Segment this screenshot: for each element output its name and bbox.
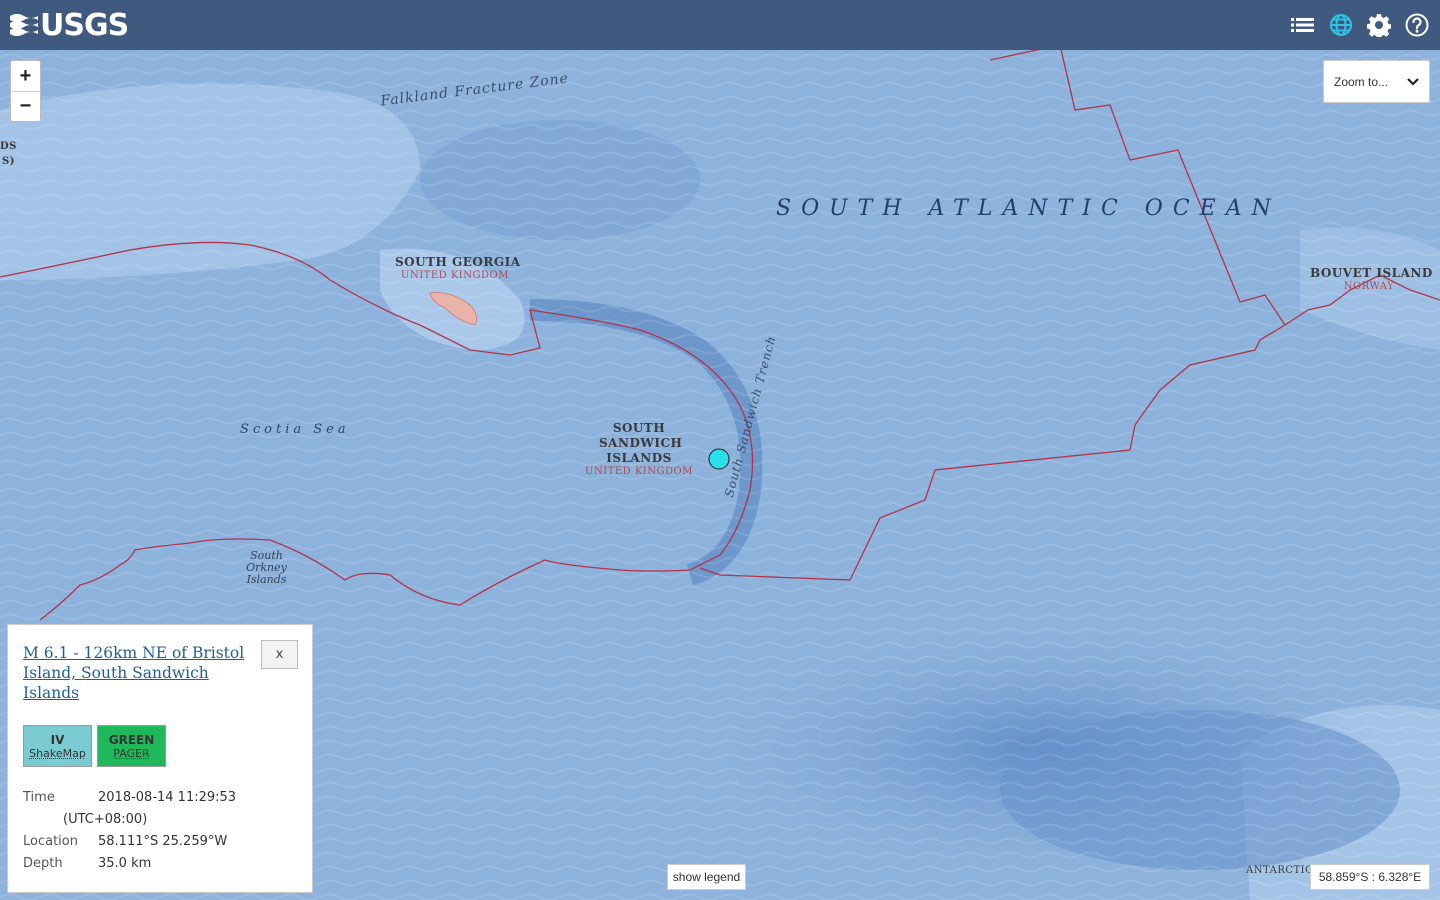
globe-icon[interactable] <box>1328 12 1354 38</box>
location-value: 58.111°S 25.259°W <box>98 834 228 849</box>
close-button[interactable]: x <box>261 640 298 669</box>
falklands-partial-label: DS S) <box>0 141 17 167</box>
antarctica-partial-label: ANTARCTIC <box>1246 865 1314 876</box>
event-card: M 6.1 - 126km NE of Bristol Island, Sout… <box>7 624 313 893</box>
ocean-label: SOUTH ATLANTIC OCEAN <box>776 196 1281 221</box>
cursor-coordinates: 58.859°S : 6.328°E <box>1310 864 1430 890</box>
header-bar: USGS <box>0 0 1440 50</box>
chevron-down-icon <box>1407 77 1419 86</box>
zoom-to-label: Zoom to... <box>1334 74 1389 89</box>
gear-icon[interactable] <box>1366 12 1392 38</box>
location-label: Location <box>23 834 78 849</box>
epicenter-marker[interactable] <box>707 447 731 471</box>
south-sandwich-label: SOUTH SANDWICH ISLANDS UNITED KINGDOM <box>585 421 693 477</box>
show-legend-button[interactable]: show legend <box>667 864 746 890</box>
time-label: Time <box>23 790 55 805</box>
usgs-wave-icon <box>10 14 38 36</box>
depth-value: 35.0 km <box>98 856 152 871</box>
zoom-to-select[interactable]: Zoom to... <box>1323 60 1430 103</box>
usgs-logo[interactable]: USGS <box>10 7 129 43</box>
south-orkney-label: South Orkney Islands <box>246 549 287 586</box>
time-value: 2018-08-14 11:29:53 <box>98 790 237 805</box>
bouvet-label: BOUVET ISLAND NORWAY <box>1310 266 1433 292</box>
list-icon[interactable] <box>1290 12 1316 38</box>
zoom-out-button[interactable]: − <box>11 91 40 121</box>
shakemap-badge[interactable]: IV ShakeMap <box>23 725 92 767</box>
help-icon[interactable] <box>1404 12 1430 38</box>
scotia-sea-label: Scotia Sea <box>240 422 350 437</box>
depth-label: Depth <box>23 856 63 871</box>
event-title-link[interactable]: M 6.1 - 126km NE of Bristol Island, Sout… <box>23 643 248 703</box>
pager-badge[interactable]: GREEN PAGER <box>97 725 166 767</box>
timezone-value: (UTC+08:00) <box>63 812 148 827</box>
zoom-control: + − <box>10 60 41 122</box>
zoom-in-button[interactable]: + <box>11 61 40 91</box>
south-georgia-label: SOUTH GEORGIA UNITED KINGDOM <box>395 255 521 281</box>
event-details: Time 2018-08-14 11:29:53 (UTC+08:00) Loca… <box>23 787 297 875</box>
logo-text: USGS <box>40 7 129 43</box>
